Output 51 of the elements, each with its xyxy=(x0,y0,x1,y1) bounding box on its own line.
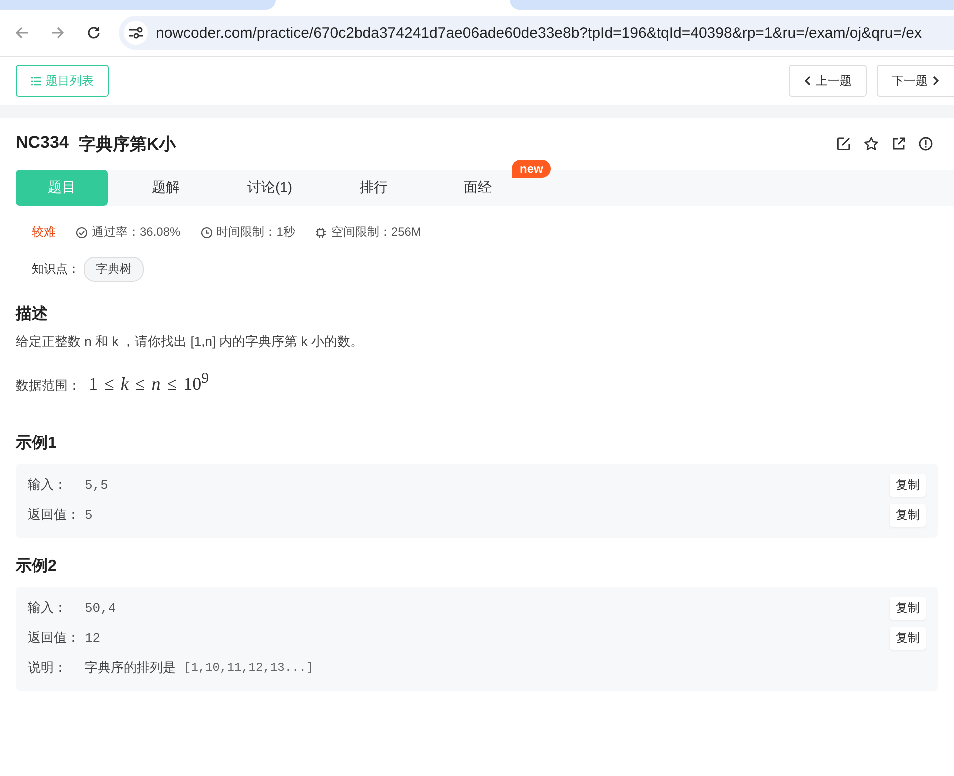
copy-button[interactable]: 复制 xyxy=(890,474,926,496)
example-heading: 示例2 xyxy=(16,557,58,577)
chip-icon xyxy=(315,226,328,238)
list-icon xyxy=(31,76,41,86)
example-heading: 示例1 xyxy=(16,434,58,454)
star-icon[interactable] xyxy=(864,137,879,151)
field-label: 输入： xyxy=(28,476,68,494)
external-link-icon[interactable] xyxy=(892,137,906,151)
field-value: 5,5 xyxy=(85,478,108,492)
range-label: 数据范围： xyxy=(16,377,81,395)
field-label: 返回值： xyxy=(28,506,81,524)
new-badge: new xyxy=(512,160,552,178)
info-icon[interactable] xyxy=(919,137,933,151)
copy-button[interactable]: 复制 xyxy=(890,596,926,620)
code-text: [1,10,11,12,13...] xyxy=(184,661,314,675)
forward-icon[interactable] xyxy=(50,25,66,41)
field-label: 返回值： xyxy=(28,629,81,647)
knowledge-label: 知识点： xyxy=(32,261,80,278)
field-value: 12 xyxy=(85,630,101,646)
copy-button[interactable]: 复制 xyxy=(890,504,926,526)
clock-icon xyxy=(200,226,213,238)
problem-code: NC334 xyxy=(16,132,69,154)
chevron-right-icon xyxy=(933,76,940,86)
edit-icon[interactable] xyxy=(837,137,851,151)
url-text: nowcoder.com/practice/670c2bda374241d7ae06ade60de33e8b?tpId=196&tqId=40398&rp=1&ru=/exam/oj&qru=/ex xyxy=(156,24,922,42)
reload-icon[interactable] xyxy=(86,25,102,41)
next-button[interactable]: 下一题 xyxy=(877,65,954,97)
copy-button[interactable]: 复制 xyxy=(890,626,926,650)
memory-limit: 空间限制：256M xyxy=(331,224,422,241)
time-limit: 时间限制：1秒 xyxy=(216,224,296,241)
field-value: 5 xyxy=(85,508,93,522)
tab[interactable]: 讨论(1) xyxy=(224,170,316,206)
check-circle-icon xyxy=(76,226,88,238)
field-value: 50,4 xyxy=(85,600,116,616)
address-bar[interactable]: nowcoder.com/practice/670c2bda374241d7ae06ade60de33e8b?tpId=196&tqId=40398&rp=1&ru=/exam/oj&qru=/ex xyxy=(119,16,954,50)
site-settings-icon[interactable] xyxy=(128,26,144,40)
description-text: 给定正整数 n 和 k ，请你找出 [1,n] 内的字典序第 k 小的数。 xyxy=(16,333,364,351)
chevron-left-icon xyxy=(804,76,811,86)
section-heading: 描述 xyxy=(16,304,49,325)
tab[interactable]: 排行 xyxy=(328,170,420,206)
problem-title: 字典序第K小 xyxy=(78,134,176,156)
range-formula: 1 ≤ k ≤ n ≤ 10$^{9}$ xyxy=(89,371,210,395)
field-label: 说明： xyxy=(28,659,68,677)
back-icon[interactable] xyxy=(14,25,30,41)
pass-rate: 通过率：36.08% xyxy=(92,224,181,241)
explanation-text: 字典序的排列是 xyxy=(85,659,176,677)
difficulty-label: 较难 xyxy=(32,224,56,241)
previous-button[interactable]: 上一题 xyxy=(789,65,867,97)
tab[interactable]: 题解 xyxy=(120,170,212,206)
topic-tag[interactable]: 字典树 xyxy=(84,257,144,282)
field-label: 输入： xyxy=(28,599,68,617)
